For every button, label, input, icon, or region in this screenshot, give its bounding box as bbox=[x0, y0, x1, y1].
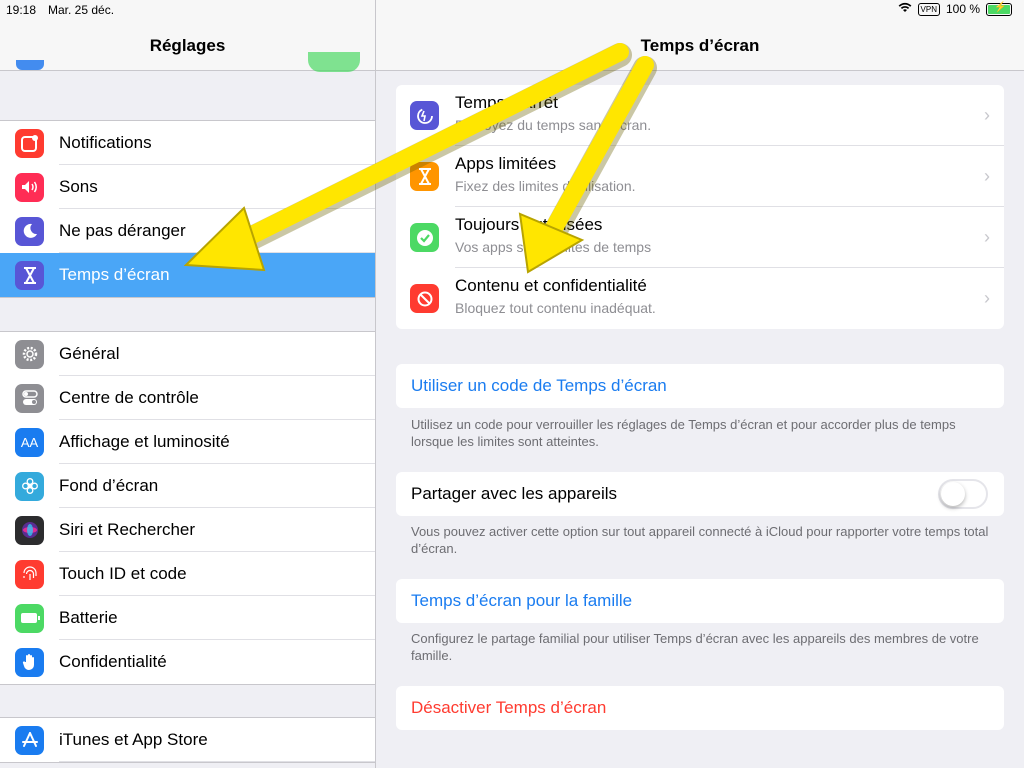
fingerprint-icon bbox=[15, 559, 44, 589]
screen-time-detail: Temps d’écran Temps d’arrêt Prévoyez du … bbox=[376, 0, 1024, 768]
sidebar-group-2: Général Centre de contrôle AA Affichage … bbox=[0, 331, 375, 685]
battery-icon bbox=[15, 603, 44, 633]
option-apps-limitees[interactable]: Apps limitées Fixez des limites d’utilis… bbox=[396, 146, 1004, 207]
speaker-icon bbox=[15, 172, 44, 202]
sidebar-group-1: Notifications Sons Ne pas déranger Temps… bbox=[0, 120, 375, 298]
sidebar-item-label: Batterie bbox=[59, 608, 118, 627]
sidebar-item-label: Confidentialité bbox=[59, 652, 167, 671]
scrolled-row-toggle[interactable] bbox=[308, 52, 360, 72]
screen-time-options: Temps d’arrêt Prévoyez du temps sans écr… bbox=[396, 85, 1004, 329]
option-subtitle: Bloquez tout contenu inadéquat. bbox=[455, 300, 656, 316]
sidebar-item-label: Touch ID et code bbox=[59, 564, 187, 583]
share-devices-label: Partager avec les appareils bbox=[411, 484, 618, 503]
text-size-icon: AA bbox=[15, 427, 44, 457]
sidebar-item-ne-pas-deranger[interactable]: Ne pas déranger bbox=[0, 209, 375, 253]
hourglass-icon bbox=[410, 162, 439, 191]
sidebar-item-centre-de-controle[interactable]: Centre de contrôle bbox=[0, 376, 375, 420]
settings-sidebar: Réglages Notifications Sons Ne pas déran… bbox=[0, 0, 376, 768]
family-footer: Configurez le partage familial pour util… bbox=[411, 631, 979, 663]
flower-icon bbox=[15, 471, 44, 501]
siri-icon bbox=[15, 515, 44, 545]
passcode-label: Utiliser un code de Temps d’écran bbox=[411, 376, 667, 395]
passcode-button[interactable]: Utiliser un code de Temps d’écran bbox=[396, 364, 1004, 408]
sidebar-item-fond-ecran[interactable]: Fond d’écran bbox=[0, 464, 375, 508]
sidebar-item-label: Général bbox=[59, 344, 120, 363]
option-subtitle: Prévoyez du temps sans écran. bbox=[455, 117, 652, 133]
chevron-right-icon: › bbox=[984, 288, 990, 308]
no-entry-icon bbox=[410, 284, 439, 313]
option-toujours-autorisees[interactable]: Toujours autorisées Vos apps sans limite… bbox=[396, 207, 1004, 268]
sidebar-item-siri[interactable]: Siri et Rechercher bbox=[0, 508, 375, 552]
sidebar-item-label: Centre de contrôle bbox=[59, 388, 199, 407]
share-devices-footer: Vous pouvez activer cette option sur tou… bbox=[411, 524, 989, 556]
battery-icon: ⚡ bbox=[986, 2, 1012, 16]
toggles-icon bbox=[15, 383, 44, 413]
status-bar: 19:18 Mar. 25 déc. VPN 100 % ⚡ bbox=[0, 0, 1024, 22]
sidebar-item-batterie[interactable]: Batterie bbox=[0, 596, 375, 640]
sidebar-item-label: Temps d’écran bbox=[59, 265, 170, 284]
option-subtitle: Vos apps sans limites de temps bbox=[455, 239, 652, 255]
sidebar-item-label: Affichage et luminosité bbox=[59, 432, 230, 451]
chevron-right-icon: › bbox=[984, 166, 990, 186]
sidebar-item-label: Siri et Rechercher bbox=[59, 520, 196, 539]
sidebar-item-label: iTunes et App Store bbox=[59, 730, 208, 749]
sidebar-item-app-store[interactable]: iTunes et App Store bbox=[0, 718, 375, 762]
option-title: Toujours autorisées bbox=[455, 215, 603, 234]
hand-icon bbox=[15, 647, 44, 677]
option-subtitle: Fixez des limites d’utilisation. bbox=[455, 178, 636, 194]
sidebar-item-confidentialite[interactable]: Confidentialité bbox=[0, 640, 375, 684]
option-temps-arret[interactable]: Temps d’arrêt Prévoyez du temps sans écr… bbox=[396, 85, 1004, 146]
status-time: 19:18 bbox=[6, 3, 37, 17]
disable-label: Désactiver Temps d’écran bbox=[411, 698, 607, 717]
option-contenu-confidentialite[interactable]: Contenu et confidentialité Bloquez tout … bbox=[396, 268, 1004, 329]
sidebar-item-touch-id[interactable]: Touch ID et code bbox=[0, 552, 375, 596]
sidebar-item-notifications[interactable]: Notifications bbox=[0, 121, 375, 165]
sidebar-item-sons[interactable]: Sons bbox=[0, 165, 375, 209]
sidebar-item-temps-ecran[interactable]: Temps d’écran bbox=[0, 253, 375, 297]
option-title: Temps d’arrêt bbox=[455, 93, 558, 112]
option-title: Contenu et confidentialité bbox=[455, 276, 647, 295]
hourglass-icon bbox=[15, 260, 44, 290]
battery-percent: 100 % bbox=[945, 2, 980, 16]
gear-icon bbox=[15, 339, 44, 369]
downtime-icon bbox=[410, 101, 439, 130]
sidebar-item-label: Fond d’écran bbox=[59, 476, 159, 495]
sidebar-item-label: Sons bbox=[59, 177, 98, 196]
sidebar-item-affichage[interactable]: AA Affichage et luminosité bbox=[0, 420, 375, 464]
scrolled-row-icon bbox=[16, 60, 44, 70]
sidebar-item-label: Ne pas déranger bbox=[59, 221, 186, 240]
app-store-icon bbox=[15, 725, 44, 755]
sidebar-item-label: Notifications bbox=[59, 133, 152, 152]
sidebar-item-general[interactable]: Général bbox=[0, 332, 375, 376]
disable-button[interactable]: Désactiver Temps d’écran bbox=[396, 686, 1004, 730]
moon-icon bbox=[15, 216, 44, 246]
sidebar-group-3: iTunes et App Store bbox=[0, 717, 375, 763]
wifi-icon bbox=[898, 2, 912, 16]
option-title: Apps limitées bbox=[455, 154, 557, 173]
status-date: Mar. 25 déc. bbox=[48, 3, 115, 17]
bell-icon bbox=[15, 128, 44, 158]
family-button[interactable]: Temps d’écran pour la famille bbox=[396, 579, 1004, 623]
status-right: VPN 100 % ⚡ bbox=[898, 2, 1012, 16]
family-label: Temps d’écran pour la famille bbox=[411, 591, 633, 610]
share-devices-row: Partager avec les appareils bbox=[396, 472, 1004, 516]
share-devices-toggle[interactable] bbox=[938, 479, 988, 509]
detail-title: Temps d’écran bbox=[640, 36, 760, 55]
chevron-right-icon: › bbox=[984, 105, 990, 125]
passcode-footer: Utilisez un code pour verrouiller les ré… bbox=[411, 417, 956, 449]
chevron-right-icon: › bbox=[984, 227, 990, 247]
vpn-badge: VPN bbox=[917, 2, 940, 16]
checkmark-badge-icon bbox=[410, 223, 439, 252]
